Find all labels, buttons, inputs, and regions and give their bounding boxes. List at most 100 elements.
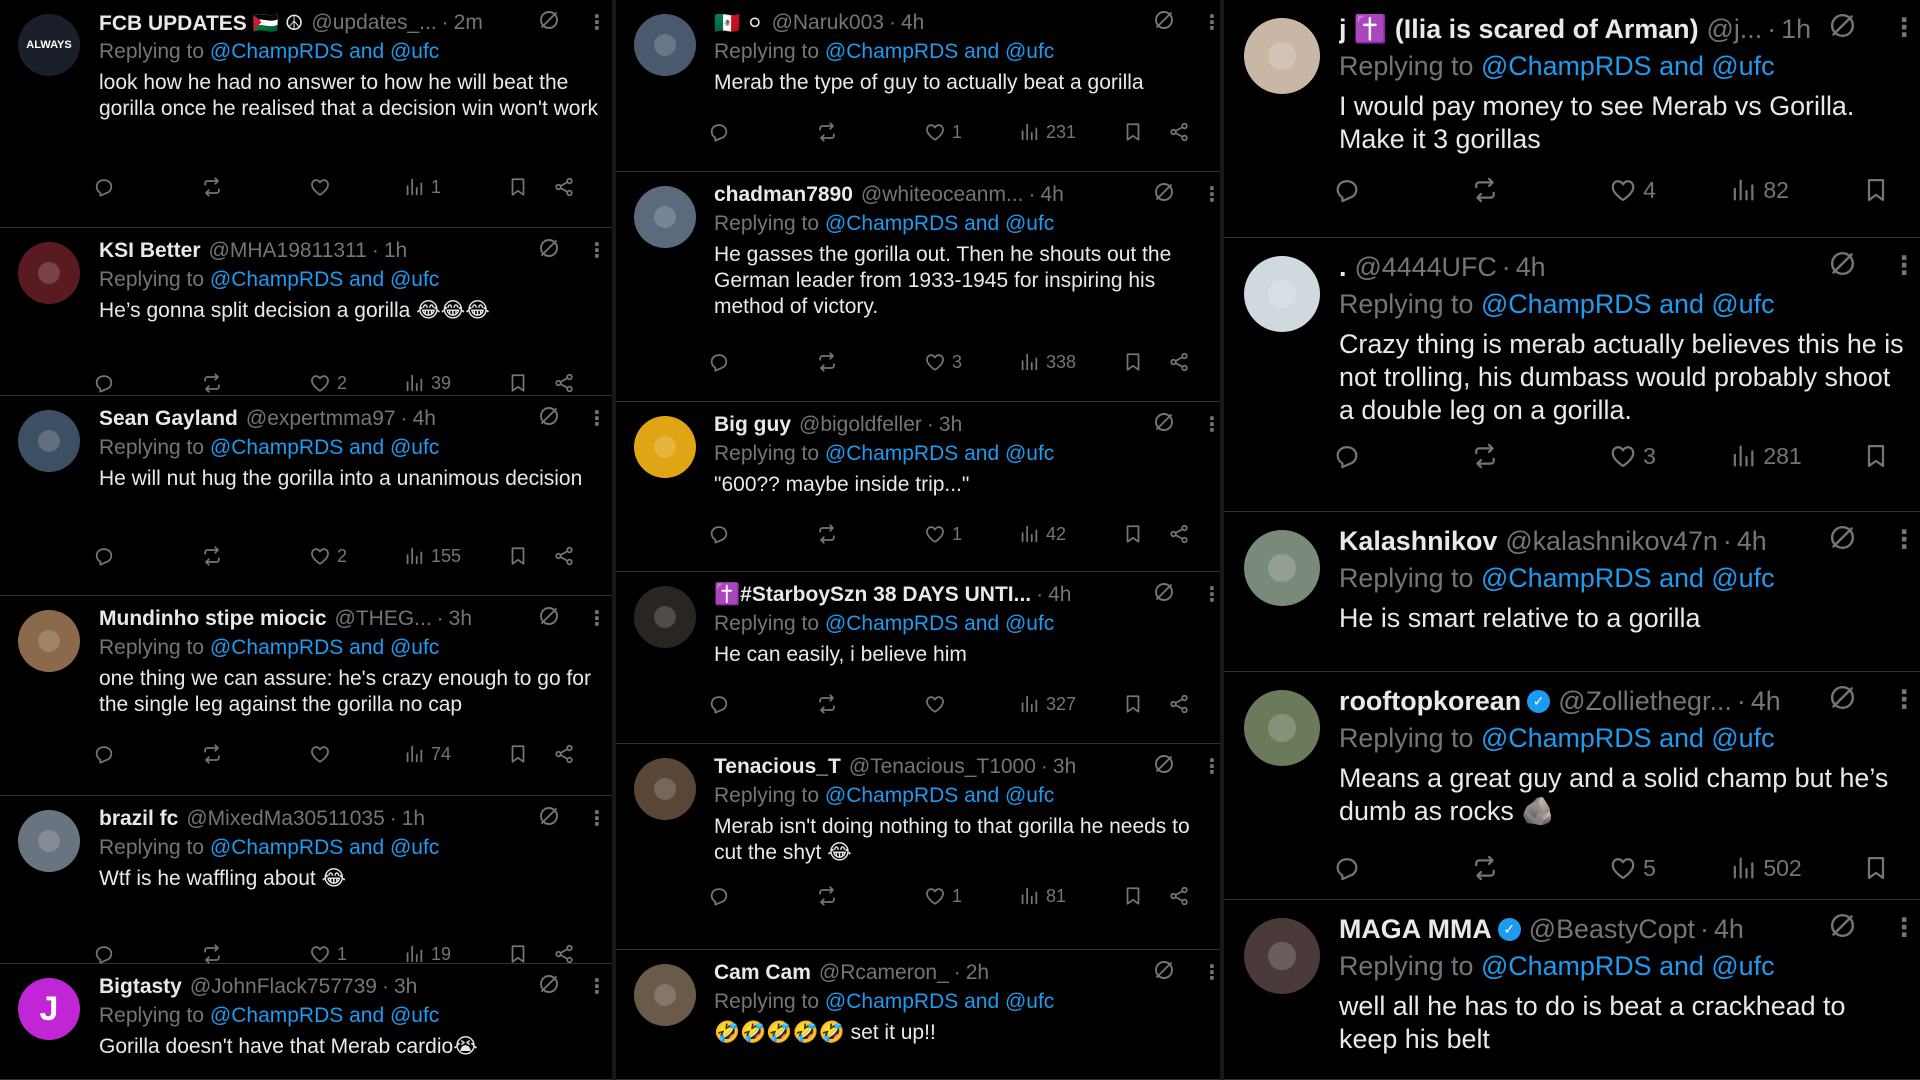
share-button[interactable] bbox=[553, 372, 575, 394]
reply-card[interactable]: Big guy @bigoldfeller · 3h ⋮ Replying to @Cha… bbox=[616, 402, 1220, 572]
mention-link[interactable]: @ChampRDS and @ufc bbox=[1481, 51, 1775, 81]
display-name[interactable]: j ✝️ (Ilia is scared of Arman) bbox=[1339, 13, 1699, 45]
like-button[interactable]: 3 bbox=[1609, 442, 1656, 470]
mention-link[interactable]: @ChampRDS and @ufc bbox=[210, 1004, 439, 1027]
mention-link[interactable]: @ChampRDS and @ufc bbox=[1481, 563, 1775, 593]
user-handle[interactable]: @bigoldfeller bbox=[799, 413, 922, 437]
timestamp[interactable]: 1h bbox=[402, 807, 425, 831]
grok-icon[interactable] bbox=[1827, 10, 1858, 46]
like-button[interactable] bbox=[309, 743, 337, 765]
bookmark-button[interactable] bbox=[1862, 176, 1890, 204]
like-button[interactable]: 3 bbox=[924, 351, 962, 373]
more-options-icon[interactable]: ⋮ bbox=[1202, 754, 1220, 779]
share-button[interactable] bbox=[553, 176, 575, 198]
repost-button[interactable] bbox=[816, 693, 838, 715]
timestamp[interactable]: 2m bbox=[454, 11, 483, 35]
timestamp[interactable]: 1h bbox=[1781, 14, 1811, 45]
user-handle[interactable]: @updates_... bbox=[311, 11, 436, 35]
avatar[interactable] bbox=[634, 416, 696, 478]
bookmark-button[interactable] bbox=[1122, 351, 1144, 373]
more-options-icon[interactable]: ⋮ bbox=[587, 10, 607, 35]
timestamp[interactable]: 3h bbox=[1053, 755, 1076, 779]
display-name[interactable]: Cam Cam bbox=[714, 961, 811, 985]
reply-button[interactable] bbox=[93, 743, 115, 765]
repost-button[interactable] bbox=[201, 372, 223, 394]
reply-card[interactable]: Mundinho stipe miocic @THEG... · 3h ⋮ Replyin… bbox=[0, 596, 612, 796]
user-handle[interactable]: @4444UFC bbox=[1354, 252, 1496, 283]
reply-button[interactable] bbox=[1333, 442, 1361, 470]
bookmark-button[interactable] bbox=[1122, 121, 1144, 143]
grok-icon[interactable] bbox=[1152, 958, 1176, 987]
avatar[interactable] bbox=[634, 586, 696, 648]
more-options-icon[interactable]: ⋮ bbox=[1202, 412, 1220, 437]
views-button[interactable]: 19 bbox=[403, 943, 451, 965]
reply-card[interactable]: 🇲🇽 ⚪ @Naruk003 · 4h ⋮ Replying to @ChampRDS a… bbox=[616, 0, 1220, 172]
mention-link[interactable]: @ChampRDS and @ufc bbox=[1481, 951, 1775, 981]
views-button[interactable]: 74 bbox=[403, 743, 451, 765]
grok-icon[interactable] bbox=[537, 8, 561, 37]
reply-button[interactable] bbox=[708, 121, 730, 143]
display-name[interactable]: 🇲🇽 ⚪ bbox=[714, 11, 764, 36]
share-button[interactable] bbox=[1168, 693, 1190, 715]
display-name[interactable]: rooftopkorean bbox=[1339, 686, 1521, 717]
avatar[interactable] bbox=[18, 410, 80, 472]
avatar[interactable] bbox=[18, 810, 80, 872]
mention-link[interactable]: @ChampRDS and @ufc bbox=[1481, 723, 1775, 753]
share-button[interactable] bbox=[553, 743, 575, 765]
repost-button[interactable] bbox=[1471, 176, 1499, 204]
bookmark-button[interactable] bbox=[507, 943, 529, 965]
mention-link[interactable]: @ChampRDS and @ufc bbox=[1481, 289, 1775, 319]
user-handle[interactable]: @j... bbox=[1707, 14, 1763, 45]
display-name[interactable]: brazil fc bbox=[99, 807, 178, 831]
user-handle[interactable]: @MixedMa30511035 bbox=[186, 807, 384, 831]
display-name[interactable]: Sean Gayland bbox=[99, 407, 238, 431]
more-options-icon[interactable]: ⋮ bbox=[1891, 525, 1917, 555]
timestamp[interactable]: 3h bbox=[394, 975, 417, 999]
reply-card[interactable]: Kalashnikov @kalashnikov47n · 4h ⋮ Replying t… bbox=[1224, 512, 1920, 672]
avatar[interactable] bbox=[1244, 917, 1320, 994]
grok-icon[interactable] bbox=[537, 804, 561, 833]
share-button[interactable] bbox=[1168, 351, 1190, 373]
user-handle[interactable]: @expertmma97 bbox=[246, 407, 396, 431]
repost-button[interactable] bbox=[201, 943, 223, 965]
like-button[interactable]: 1 bbox=[309, 943, 347, 965]
more-options-icon[interactable]: ⋮ bbox=[587, 806, 607, 831]
bookmark-button[interactable] bbox=[1862, 854, 1890, 882]
reply-card[interactable]: j ✝️ (Ilia is scared of Arman) @j... · 1h ⋮ R… bbox=[1224, 0, 1920, 238]
mention-link[interactable]: @ChampRDS and @ufc bbox=[210, 268, 439, 291]
bookmark-button[interactable] bbox=[1862, 442, 1890, 470]
grok-icon[interactable] bbox=[1152, 410, 1176, 439]
mention-link[interactable]: @ChampRDS and @ufc bbox=[825, 784, 1054, 807]
reply-button[interactable] bbox=[708, 885, 730, 907]
repost-button[interactable] bbox=[201, 176, 223, 198]
avatar[interactable] bbox=[18, 610, 80, 672]
timestamp[interactable]: 3h bbox=[449, 607, 472, 631]
reply-card[interactable]: ALWAYS FCB UPDATES 🇵🇸 ☮ @updates_... · 2m ⋮ Re… bbox=[0, 0, 612, 228]
reply-card[interactable]: KSI Better @MHA19811311 · 1h ⋮ Replying to @C… bbox=[0, 228, 612, 396]
timestamp[interactable]: 4h bbox=[901, 11, 924, 35]
grok-icon[interactable] bbox=[537, 604, 561, 633]
more-options-icon[interactable]: ⋮ bbox=[587, 974, 607, 999]
share-button[interactable] bbox=[553, 943, 575, 965]
more-options-icon[interactable]: ⋮ bbox=[1202, 182, 1220, 207]
views-button[interactable]: 327 bbox=[1018, 693, 1076, 715]
views-button[interactable]: 281 bbox=[1729, 442, 1802, 470]
more-options-icon[interactable]: ⋮ bbox=[587, 406, 607, 431]
reply-button[interactable] bbox=[93, 372, 115, 394]
grok-icon[interactable] bbox=[1827, 682, 1858, 718]
like-button[interactable]: 1 bbox=[924, 523, 962, 545]
avatar[interactable] bbox=[1244, 689, 1320, 766]
user-handle[interactable]: @MHA19811311 bbox=[209, 239, 367, 263]
grok-icon[interactable] bbox=[1827, 522, 1858, 558]
display-name[interactable]: Mundinho stipe miocic bbox=[99, 607, 327, 631]
user-handle[interactable]: @BeastyCopt bbox=[1529, 914, 1695, 945]
reply-button[interactable] bbox=[708, 523, 730, 545]
reply-card[interactable]: ✝️#StarboySzn 38 DAYS UNTI... · 4h ⋮ Replyin… bbox=[616, 572, 1220, 744]
grok-icon[interactable] bbox=[1152, 580, 1176, 609]
more-options-icon[interactable]: ⋮ bbox=[587, 238, 607, 263]
avatar[interactable] bbox=[634, 964, 696, 1026]
reply-button[interactable] bbox=[1333, 176, 1361, 204]
views-button[interactable]: 338 bbox=[1018, 351, 1076, 373]
grok-icon[interactable] bbox=[1827, 910, 1858, 946]
reply-button[interactable] bbox=[708, 693, 730, 715]
